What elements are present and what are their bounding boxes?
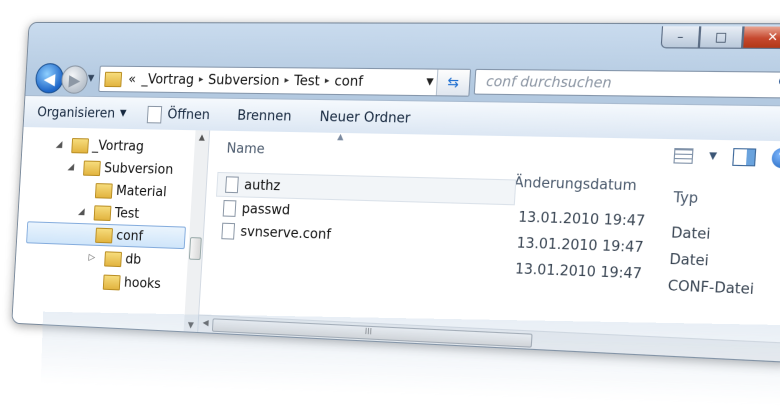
file-modified: 13.01.2010 19:47 xyxy=(517,209,646,231)
new-folder-button[interactable]: Neuer Ordner xyxy=(319,109,411,126)
folder-icon xyxy=(104,250,123,267)
search-input[interactable]: conf durchsuchen ⚲ xyxy=(473,68,780,99)
expand-arrow-icon[interactable]: ◢ xyxy=(56,140,68,150)
search-placeholder: conf durchsuchen xyxy=(485,73,613,92)
tree-item-label: conf xyxy=(115,227,144,245)
folder-icon xyxy=(93,204,112,221)
close-icon: ✕ xyxy=(766,29,779,45)
file-name: svnserve.conf xyxy=(239,223,332,243)
burn-label: Brennen xyxy=(236,107,293,125)
refresh-button[interactable]: ⇆ xyxy=(435,69,470,96)
back-arrow-icon: ◀ xyxy=(43,68,56,88)
organize-menu[interactable]: Organisieren ▼ xyxy=(37,105,127,122)
new-folder-label: Neuer Ordner xyxy=(319,108,411,127)
breadcrumb-test[interactable]: Test xyxy=(294,73,321,89)
minimize-icon: – xyxy=(676,29,684,45)
tree-item-label: Subversion xyxy=(103,160,174,178)
tree-scroll-thumb[interactable] xyxy=(188,237,202,261)
refresh-icon: ⇆ xyxy=(447,74,460,91)
tree-item-label: Test xyxy=(114,205,140,222)
file-name: authz xyxy=(243,177,281,194)
folder-icon xyxy=(95,227,113,243)
burn-button[interactable]: Brennen xyxy=(237,108,292,124)
history-dropdown-icon[interactable]: ▼ xyxy=(87,74,94,84)
chevron-right-icon[interactable]: ▸ xyxy=(199,75,204,85)
chevron-down-icon: ▼ xyxy=(119,108,127,119)
file-type: Datei xyxy=(670,225,711,244)
tree-item-label: db xyxy=(124,251,142,268)
expand-arrow-icon[interactable]: ◢ xyxy=(78,207,90,217)
file-modified: 13.01.2010 19:47 xyxy=(516,235,644,257)
collapse-arrow-icon[interactable]: ▷ xyxy=(88,253,100,264)
tree-item-subversion[interactable]: ◢ Subversion xyxy=(67,156,174,181)
chevron-down-icon[interactable]: ▼ xyxy=(709,151,718,162)
open-button[interactable]: Öffnen xyxy=(146,105,211,123)
address-dropdown-icon[interactable]: ▼ xyxy=(426,77,434,88)
tree-item-test[interactable]: ◢ Test xyxy=(77,201,140,225)
help-icon[interactable]: ? xyxy=(771,147,780,169)
file-icon xyxy=(225,176,239,194)
tree-item-hooks[interactable]: hooks xyxy=(98,270,162,295)
folder-icon xyxy=(83,160,101,176)
column-header-type[interactable]: Typ xyxy=(673,190,699,207)
back-button[interactable]: ◀ xyxy=(34,63,65,94)
minimize-button[interactable]: – xyxy=(660,26,701,49)
preview-pane-icon[interactable] xyxy=(732,148,757,167)
address-bar[interactable]: « _Vortrag ▸ Subversion ▸ Test ▸ conf ▼ … xyxy=(98,65,472,97)
file-icon xyxy=(146,105,163,123)
tree-item-label: _Vortrag xyxy=(91,137,145,155)
views-icon[interactable] xyxy=(673,148,694,164)
column-header-name[interactable]: Name xyxy=(226,141,265,157)
window-controls: – □ ✕ xyxy=(660,26,780,50)
window-reflection xyxy=(40,311,780,419)
close-button[interactable]: ✕ xyxy=(742,26,780,50)
scene: – □ ✕ ◀ ▶ ▼ « _Vortrag ▸ Subversion ▸ Te… xyxy=(0,0,780,419)
tree-item-label: Material xyxy=(115,183,167,200)
file-type: CONF-Datei xyxy=(667,278,755,299)
chevron-right-icon[interactable]: ▸ xyxy=(324,76,329,87)
breadcrumb-overflow[interactable]: « xyxy=(128,71,136,86)
folder-icon xyxy=(104,71,123,87)
file-type: Datei xyxy=(668,251,710,270)
breadcrumb-vortrag[interactable]: _Vortrag xyxy=(141,72,194,88)
tree-item-label: hooks xyxy=(123,274,162,292)
expand-arrow-icon[interactable]: ◢ xyxy=(67,162,79,172)
explorer-window: – □ ✕ ◀ ▶ ▼ « _Vortrag ▸ Subversion ▸ Te… xyxy=(11,21,780,364)
file-row-svnserve[interactable]: svnserve.conf xyxy=(221,220,332,247)
maximize-button[interactable]: □ xyxy=(698,26,744,49)
file-modified: 13.01.2010 19:47 xyxy=(514,261,643,283)
forward-arrow-icon: ▶ xyxy=(68,69,81,90)
folder-icon xyxy=(102,274,121,290)
organize-label: Organisieren xyxy=(36,104,116,122)
sort-ascending-icon: ▲ xyxy=(337,131,344,142)
breadcrumb-subversion[interactable]: Subversion xyxy=(208,72,280,88)
breadcrumb-conf[interactable]: conf xyxy=(334,73,363,89)
chevron-right-icon[interactable]: ▸ xyxy=(284,76,289,86)
navigation-pane: ◢ _Vortrag ◢ Subversion Material ◢ Test … xyxy=(12,127,211,333)
view-controls: ▼ ? xyxy=(673,146,780,169)
open-label: Öffnen xyxy=(167,106,211,123)
tree-item-material[interactable]: Material xyxy=(79,179,167,204)
column-header-modified[interactable]: Änderungsdatum xyxy=(514,175,638,194)
tree-item-conf[interactable]: conf xyxy=(26,221,186,250)
folder-icon xyxy=(71,137,89,154)
forward-button[interactable]: ▶ xyxy=(60,65,89,94)
maximize-icon: □ xyxy=(714,29,728,45)
folder-icon xyxy=(94,182,113,199)
file-name: passwd xyxy=(241,201,291,219)
tree-item-vortrag[interactable]: ◢ _Vortrag xyxy=(55,134,144,158)
reflection-gradient xyxy=(40,311,780,419)
title-bar: – □ ✕ xyxy=(27,23,780,67)
file-row-passwd[interactable]: passwd xyxy=(222,197,291,222)
file-icon xyxy=(221,222,236,240)
tree-item-db[interactable]: ▷ db xyxy=(88,247,142,271)
scroll-up-icon[interactable]: ▲ xyxy=(195,132,209,142)
file-icon xyxy=(222,200,237,217)
